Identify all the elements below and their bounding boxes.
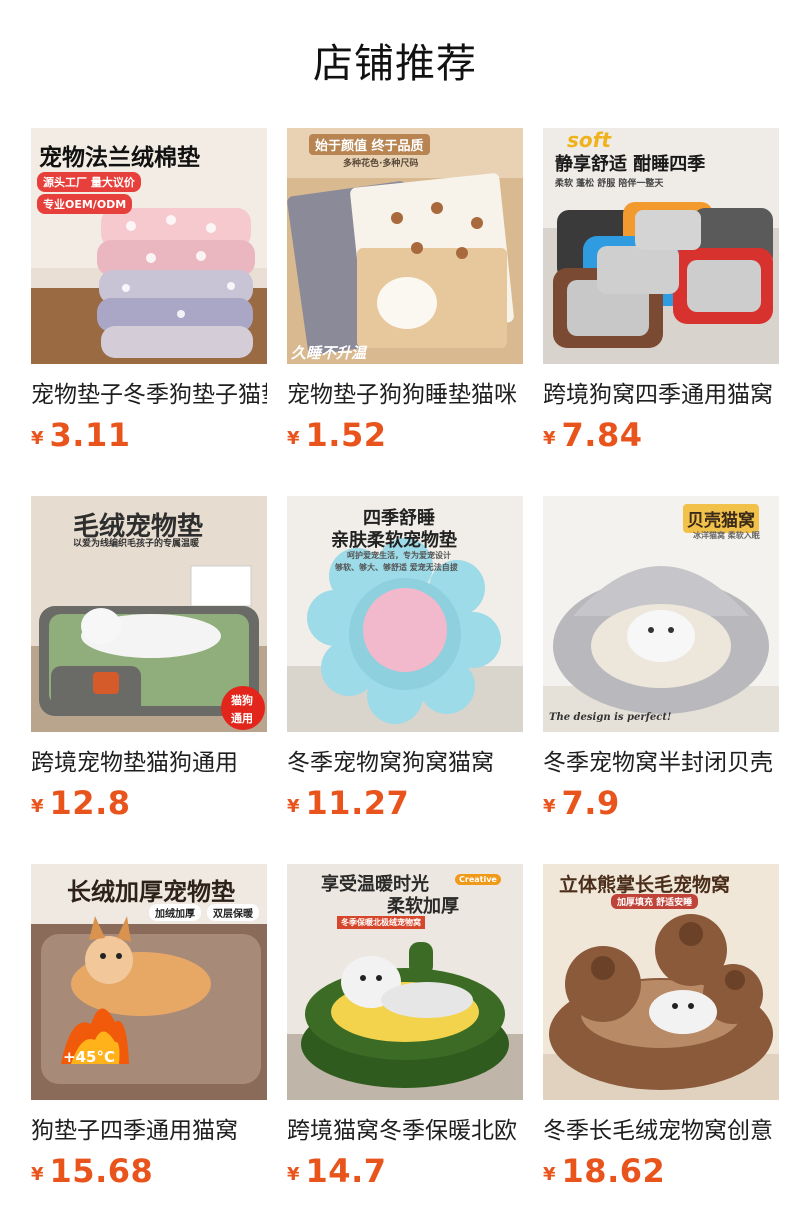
product-name[interactable]: 狗垫子四季通用猫窝 — [31, 1114, 267, 1148]
product-image[interactable]: 享受温暖时光 Creative 柔软加厚 冬季保暖北极绒宠物窝 — [287, 864, 523, 1100]
image-badge-line1: 猫狗 — [231, 694, 253, 707]
image-headline: 长绒加厚宠物垫 — [67, 878, 235, 906]
currency-symbol: ¥ — [543, 1164, 556, 1185]
image-headline: 静享舒适 酣睡四季 — [555, 154, 706, 175]
image-temperature: +45°C — [63, 1048, 115, 1066]
image-headline: 贝壳猫窝 — [683, 504, 759, 533]
page-title: 店铺推荐 — [313, 41, 477, 87]
image-subtext: 冰洋猫窝 柔软入眠 — [693, 531, 760, 540]
price-value: 3.11 — [49, 416, 131, 454]
image-subtext: 以爱为线编织毛孩子的专属温暖 — [73, 539, 200, 549]
currency-symbol: ¥ — [287, 796, 300, 817]
product-image[interactable]: 贝壳猫窝 冰洋猫窝 柔软入眠 The design is perfect! — [543, 496, 779, 732]
currency-symbol: ¥ — [543, 796, 556, 817]
image-tag: 专业OEM/ODM — [37, 194, 133, 214]
product-price: ¥7.9 — [543, 784, 620, 828]
currency-symbol: ¥ — [31, 1164, 44, 1185]
image-subtext-2: 够软、够大、够舒适 爱宠无法自拔 — [335, 563, 458, 572]
currency-symbol: ¥ — [31, 796, 44, 817]
product-price: ¥18.62 — [543, 1152, 665, 1196]
image-headline-2: 柔软加厚 — [387, 896, 459, 917]
product-card[interactable]: 长绒加厚宠物垫 加绒加厚 双层保暖 +45°C 狗垫子四季通用猫窝 ¥15.68 — [31, 864, 267, 1232]
image-subtext: 多种花色·多种尺码 — [343, 159, 419, 169]
product-price: ¥12.8 — [31, 784, 130, 828]
shop-recommend-page: 店铺推荐 宠物法兰绒棉垫 源头工厂 量大议价 专业OEM/ODM 宠物垫子冬季狗… — [0, 0, 790, 1232]
product-card[interactable]: 宠物法兰绒棉垫 源头工厂 量大议价 专业OEM/ODM 宠物垫子冬季狗垫子猫垫 … — [31, 128, 267, 496]
product-price: ¥1.52 — [287, 416, 386, 460]
product-image[interactable]: 始于颜值 终于品质 多种花色·多种尺码 久睡不升温 — [287, 128, 523, 364]
price-value: 15.68 — [49, 1152, 154, 1190]
product-price: ¥7.84 — [543, 416, 642, 460]
product-grid: 宠物法兰绒棉垫 源头工厂 量大议价 专业OEM/ODM 宠物垫子冬季狗垫子猫垫 … — [31, 128, 779, 1232]
product-card[interactable]: 贝壳猫窝 冰洋猫窝 柔软入眠 The design is perfect! 冬季… — [543, 496, 779, 864]
image-subtext: 呵护爱宠生活，专为爱宠设计 — [347, 551, 451, 560]
price-value: 12.8 — [49, 784, 131, 822]
image-subtext: 加厚填充 舒适安睡 — [611, 894, 699, 909]
image-tag: 加绒加厚 — [149, 904, 201, 921]
price-value: 7.9 — [561, 784, 620, 822]
currency-symbol: ¥ — [31, 428, 44, 449]
price-value: 11.27 — [305, 784, 410, 822]
product-name[interactable]: 冬季宠物窝狗窝猫窝 — [287, 746, 523, 780]
image-headline: 宠物法兰绒棉垫 — [39, 145, 200, 171]
product-price: ¥3.11 — [31, 416, 130, 460]
product-image[interactable]: soft 静享舒适 酣睡四季 柔软 蓬松 舒服 陪伴一整天 — [543, 128, 779, 364]
price-value: 14.7 — [305, 1152, 387, 1190]
product-image[interactable]: 四季舒睡 亲肤柔软宠物垫 呵护爱宠生活，专为爱宠设计 够软、够大、够舒适 爱宠无… — [287, 496, 523, 732]
product-name[interactable]: 跨境宠物垫猫狗通用 — [31, 746, 267, 780]
currency-symbol: ¥ — [287, 428, 300, 449]
product-image[interactable]: 长绒加厚宠物垫 加绒加厚 双层保暖 +45°C — [31, 864, 267, 1100]
image-subtext: 冬季保暖北极绒宠物窝 — [337, 916, 425, 929]
currency-symbol: ¥ — [543, 428, 556, 449]
product-image[interactable]: 宠物法兰绒棉垫 源头工厂 量大议价 专业OEM/ODM — [31, 128, 267, 364]
product-card[interactable]: 立体熊掌长毛宠物窝 加厚填充 舒适安睡 冬季长毛绒宠物窝创意 ¥18.62 — [543, 864, 779, 1232]
image-badge-line2: 通用 — [231, 712, 253, 725]
product-name[interactable]: 宠物垫子冬季狗垫子猫垫 — [31, 378, 267, 412]
price-value: 18.62 — [561, 1152, 666, 1190]
product-name[interactable]: 宠物垫子狗狗睡垫猫咪 — [287, 378, 523, 412]
product-image[interactable]: 毛绒宠物垫 以爱为线编织毛孩子的专属温暖 猫狗 通用 — [31, 496, 267, 732]
image-headline-2: 亲肤柔软宠物垫 — [331, 530, 457, 551]
image-brand: soft — [567, 128, 611, 152]
product-name[interactable]: 跨境猫窝冬季保暖北欧 — [287, 1114, 523, 1148]
currency-symbol: ¥ — [287, 1164, 300, 1185]
product-name[interactable]: 跨境狗窝四季通用猫窝 — [543, 378, 779, 412]
product-card[interactable]: 四季舒睡 亲肤柔软宠物垫 呵护爱宠生活，专为爱宠设计 够软、够大、够舒适 爱宠无… — [287, 496, 523, 864]
product-name[interactable]: 冬季长毛绒宠物窝创意 — [543, 1114, 779, 1148]
image-tag: 双层保暖 — [207, 904, 259, 921]
image-signature: The design is perfect! — [549, 712, 672, 723]
product-price: ¥14.7 — [287, 1152, 386, 1196]
product-price: ¥11.27 — [287, 784, 409, 828]
image-headline: 始于颜值 终于品质 — [309, 134, 430, 155]
product-image[interactable]: 立体熊掌长毛宠物窝 加厚填充 舒适安睡 — [543, 864, 779, 1100]
product-card[interactable]: 毛绒宠物垫 以爱为线编织毛孩子的专属温暖 猫狗 通用 跨境宠物垫猫狗通用 ¥12… — [31, 496, 267, 864]
price-value: 1.52 — [305, 416, 387, 454]
product-name[interactable]: 冬季宠物窝半封闭贝壳 — [543, 746, 779, 780]
product-card[interactable]: soft 静享舒适 酣睡四季 柔软 蓬松 舒服 陪伴一整天 跨境狗窝四季通用猫窝… — [543, 128, 779, 496]
price-value: 7.84 — [561, 416, 643, 454]
product-card[interactable]: 始于颜值 终于品质 多种花色·多种尺码 久睡不升温 宠物垫子狗狗睡垫猫咪 ¥1.… — [287, 128, 523, 496]
product-card[interactable]: 享受温暖时光 Creative 柔软加厚 冬季保暖北极绒宠物窝 跨境猫窝冬季保暖… — [287, 864, 523, 1232]
image-subtext: 柔软 蓬松 舒服 陪伴一整天 — [555, 179, 664, 189]
image-tag: 久睡不升温 — [291, 344, 367, 362]
product-price: ¥15.68 — [31, 1152, 153, 1196]
image-badge: Creative — [455, 874, 501, 885]
image-headline: 立体熊掌长毛宠物窝 — [559, 874, 731, 896]
image-tag: 源头工厂 量大议价 — [37, 172, 141, 192]
